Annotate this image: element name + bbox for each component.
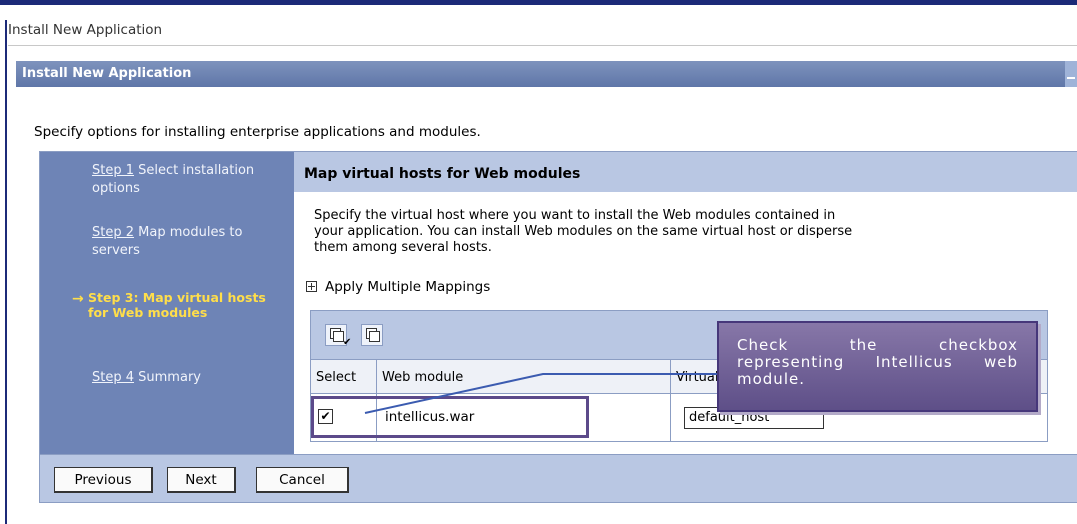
callout-leader bbox=[364, 373, 717, 414]
callout-note: Check the checkbox representing Intellic… bbox=[717, 321, 1038, 412]
